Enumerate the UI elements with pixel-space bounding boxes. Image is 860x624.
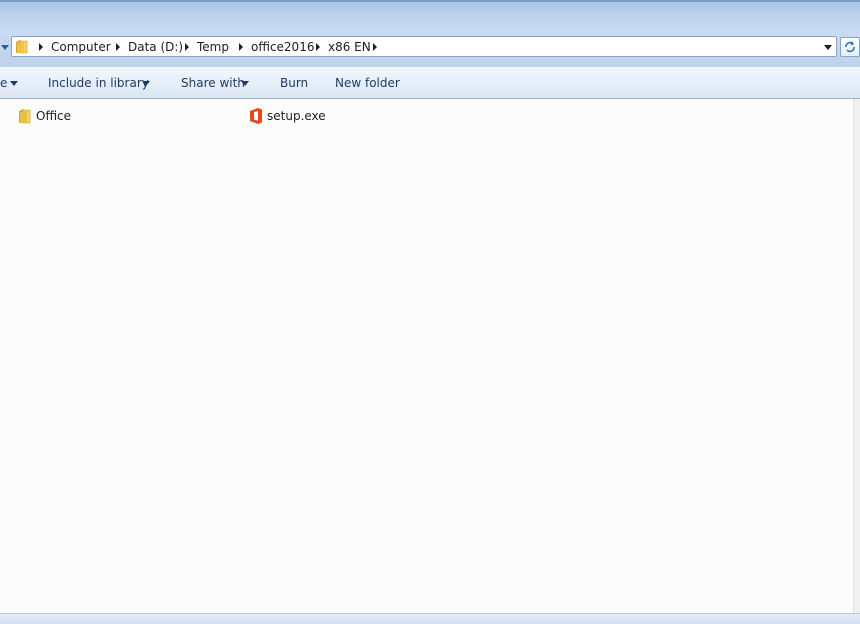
- folder-icon: [19, 109, 31, 124]
- command-bar: e Include in library Share with Burn New…: [0, 67, 860, 99]
- breadcrumb-data-drive[interactable]: Data (D:): [128, 40, 183, 55]
- recent-pages-dropdown-icon[interactable]: [0, 41, 10, 53]
- include-in-library-dropdown-icon[interactable]: [142, 81, 150, 86]
- share-with-button[interactable]: Share with: [181, 76, 245, 91]
- office-setup-icon: [249, 108, 262, 124]
- breadcrumb-temp[interactable]: Temp: [197, 40, 229, 55]
- toolbar-separator: [0, 59, 860, 67]
- organize-button[interactable]: e: [0, 76, 7, 91]
- vertical-scrollbar[interactable]: [853, 99, 860, 613]
- refresh-button[interactable]: [840, 37, 860, 57]
- chevron-right-icon[interactable]: [239, 43, 243, 51]
- file-list-pane[interactable]: Office setup.exe: [0, 99, 853, 613]
- chevron-right-icon[interactable]: [373, 43, 377, 51]
- burn-button[interactable]: Burn: [280, 76, 308, 91]
- breadcrumb-x86-en[interactable]: x86 EN: [328, 40, 371, 55]
- folder-icon: [16, 40, 28, 54]
- file-name: setup.exe: [267, 109, 326, 123]
- breadcrumb-office2016[interactable]: office2016: [251, 40, 314, 55]
- details-pane: [0, 613, 860, 624]
- chevron-right-icon[interactable]: [185, 43, 189, 51]
- address-history-dropdown-icon[interactable]: [824, 45, 832, 50]
- chevron-right-icon[interactable]: [116, 43, 120, 51]
- breadcrumb-computer[interactable]: Computer: [51, 40, 111, 55]
- chevron-right-icon[interactable]: [39, 43, 43, 51]
- new-folder-button[interactable]: New folder: [335, 76, 400, 91]
- file-item-office-folder[interactable]: Office: [18, 107, 88, 125]
- file-name: Office: [36, 109, 72, 123]
- explorer-window: Computer Data (D:) Temp office2016 x86 E…: [0, 0, 860, 624]
- chevron-right-icon[interactable]: [316, 43, 320, 51]
- share-with-dropdown-icon[interactable]: [241, 81, 249, 86]
- refresh-icon: [845, 41, 855, 53]
- window-title-frame: [0, 0, 860, 36]
- title-frame-edge: [0, 0, 860, 2]
- address-row: Computer Data (D:) Temp office2016 x86 E…: [0, 35, 860, 59]
- include-in-library-button[interactable]: Include in library: [48, 76, 149, 91]
- address-bar[interactable]: Computer Data (D:) Temp office2016 x86 E…: [11, 36, 837, 57]
- file-item-setup-exe[interactable]: setup.exe: [249, 107, 329, 125]
- organize-dropdown-icon[interactable]: [10, 81, 18, 86]
